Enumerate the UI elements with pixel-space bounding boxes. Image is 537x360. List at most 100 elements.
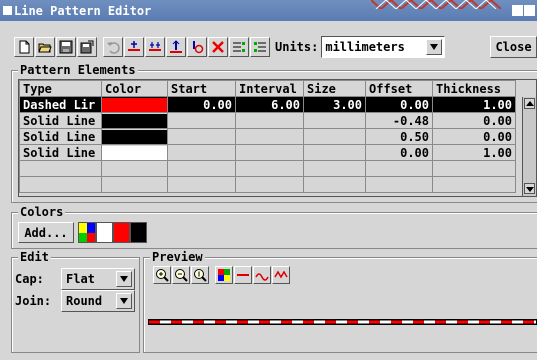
thickness-cell[interactable]: 1.00 bbox=[432, 144, 516, 161]
interval-cell[interactable]: 6.00 bbox=[235, 96, 304, 113]
color-swatch[interactable] bbox=[102, 113, 167, 128]
close-window-icon[interactable] bbox=[524, 5, 535, 16]
empty-cell[interactable] bbox=[235, 160, 304, 177]
column-header-start[interactable]: Start bbox=[167, 80, 236, 97]
thickness-cell[interactable]: 1.00 bbox=[432, 96, 516, 113]
color-swatch[interactable] bbox=[102, 97, 167, 112]
color-cell[interactable] bbox=[101, 128, 168, 145]
color-cell[interactable] bbox=[101, 96, 168, 113]
type-cell[interactable]: Dashed Lir bbox=[19, 96, 102, 113]
start-cell[interactable] bbox=[167, 144, 236, 161]
empty-cell[interactable] bbox=[432, 160, 516, 177]
empty-cell[interactable] bbox=[235, 176, 304, 193]
offset-cell[interactable]: -0.48 bbox=[365, 112, 433, 129]
color-cell[interactable] bbox=[101, 112, 168, 129]
close-button[interactable]: Close bbox=[490, 36, 537, 58]
zoom-out-icon[interactable] bbox=[172, 266, 190, 284]
type-cell[interactable]: Solid Line bbox=[19, 128, 102, 145]
scroll-down-icon[interactable] bbox=[524, 183, 535, 194]
start-cell[interactable] bbox=[167, 128, 236, 145]
chevron-down-icon[interactable] bbox=[426, 39, 443, 55]
sort-icon[interactable] bbox=[229, 37, 249, 57]
minimize-icon[interactable] bbox=[512, 5, 523, 16]
empty-cell[interactable] bbox=[365, 160, 433, 177]
column-header-size[interactable]: Size bbox=[303, 80, 366, 97]
color-sample-icon[interactable] bbox=[215, 266, 233, 284]
cap-dropdown[interactable]: Flat bbox=[61, 268, 135, 290]
column-header-offset[interactable]: Offset bbox=[365, 80, 433, 97]
delete-element-icon[interactable] bbox=[208, 37, 228, 57]
offset-cell[interactable]: 0.00 bbox=[365, 144, 433, 161]
chevron-down-icon[interactable] bbox=[116, 293, 132, 309]
empty-cell[interactable] bbox=[101, 160, 168, 177]
table-row-empty[interactable] bbox=[19, 176, 516, 193]
type-cell[interactable]: Solid Line bbox=[19, 112, 102, 129]
undo-icon[interactable] bbox=[103, 37, 123, 57]
move-element-icon[interactable] bbox=[166, 37, 186, 57]
toolbar: Units: millimeters bbox=[14, 36, 446, 58]
rotate-element-icon[interactable] bbox=[187, 37, 207, 57]
offset-cell[interactable]: 0.50 bbox=[365, 128, 433, 145]
empty-cell[interactable] bbox=[303, 160, 366, 177]
pattern-elements-table[interactable]: Type Color Start Interval Size Offset Thicknes… bbox=[18, 79, 537, 197]
empty-cell[interactable] bbox=[365, 176, 433, 193]
table-row[interactable]: Solid Line -0.48 0.00 bbox=[19, 112, 516, 129]
table-row[interactable]: Solid Line 0.50 0.00 bbox=[19, 128, 516, 145]
multicolor-palette-icon[interactable] bbox=[78, 222, 96, 243]
join-dropdown[interactable]: Round bbox=[61, 290, 135, 312]
type-cell[interactable]: Solid Line bbox=[19, 144, 102, 161]
size-cell[interactable] bbox=[303, 144, 366, 161]
sort-alt-icon[interactable] bbox=[250, 37, 270, 57]
thickness-cell[interactable]: 0.00 bbox=[432, 112, 516, 129]
open-pattern-icon[interactable] bbox=[35, 37, 55, 57]
interval-cell[interactable] bbox=[235, 128, 304, 145]
empty-cell[interactable] bbox=[19, 176, 102, 193]
color-swatch-black[interactable] bbox=[130, 222, 147, 243]
add-element-icon[interactable] bbox=[124, 37, 144, 57]
size-cell[interactable] bbox=[303, 112, 366, 129]
column-header-thickness[interactable]: Thickness bbox=[432, 80, 516, 97]
units-dropdown[interactable]: millimeters bbox=[321, 36, 446, 58]
insert-element-icon[interactable] bbox=[145, 37, 165, 57]
preview-label: Preview bbox=[150, 250, 205, 264]
column-header-color[interactable]: Color bbox=[101, 80, 168, 97]
column-header-type[interactable]: Type bbox=[19, 80, 102, 97]
line-curve-icon[interactable] bbox=[253, 266, 271, 284]
table-row-empty[interactable] bbox=[19, 160, 516, 177]
zoom-full-icon[interactable] bbox=[191, 266, 209, 284]
empty-cell[interactable] bbox=[303, 176, 366, 193]
table-scrollbar[interactable] bbox=[522, 97, 536, 196]
window-menu-icon[interactable] bbox=[3, 6, 12, 15]
chevron-down-icon[interactable] bbox=[116, 271, 132, 287]
line-straight-icon[interactable] bbox=[234, 266, 252, 284]
thickness-cell[interactable]: 0.00 bbox=[432, 128, 516, 145]
color-swatch-white[interactable] bbox=[96, 222, 113, 243]
interval-cell[interactable] bbox=[235, 112, 304, 129]
color-cell[interactable] bbox=[101, 144, 168, 161]
color-swatch-red[interactable] bbox=[113, 222, 130, 243]
empty-cell[interactable] bbox=[432, 176, 516, 193]
color-swatch[interactable] bbox=[102, 129, 167, 144]
scroll-up-icon[interactable] bbox=[524, 98, 535, 109]
new-pattern-icon[interactable] bbox=[14, 37, 34, 57]
empty-cell[interactable] bbox=[167, 160, 236, 177]
save-pattern-icon[interactable] bbox=[56, 37, 76, 57]
zoom-in-icon[interactable] bbox=[153, 266, 171, 284]
table-row[interactable]: Solid Line 0.00 1.00 bbox=[19, 144, 516, 161]
offset-cell[interactable]: 0.00 bbox=[365, 96, 433, 113]
color-swatch[interactable] bbox=[102, 145, 167, 160]
empty-cell[interactable] bbox=[101, 176, 168, 193]
start-cell[interactable]: 0.00 bbox=[167, 96, 236, 113]
add-color-button[interactable]: Add... bbox=[18, 222, 74, 243]
size-cell[interactable] bbox=[303, 128, 366, 145]
save-as-icon[interactable] bbox=[77, 37, 97, 57]
column-header-interval[interactable]: Interval bbox=[235, 80, 304, 97]
line-wave-icon[interactable] bbox=[272, 266, 290, 284]
interval-cell[interactable] bbox=[235, 144, 304, 161]
empty-cell[interactable] bbox=[19, 160, 102, 177]
title-bar[interactable]: Line Pattern Editor bbox=[0, 0, 537, 21]
empty-cell[interactable] bbox=[167, 176, 236, 193]
table-row[interactable]: Dashed Lir 0.00 6.00 3.00 0.00 1.00 bbox=[19, 96, 516, 113]
size-cell[interactable]: 3.00 bbox=[303, 96, 366, 113]
start-cell[interactable] bbox=[167, 112, 236, 129]
